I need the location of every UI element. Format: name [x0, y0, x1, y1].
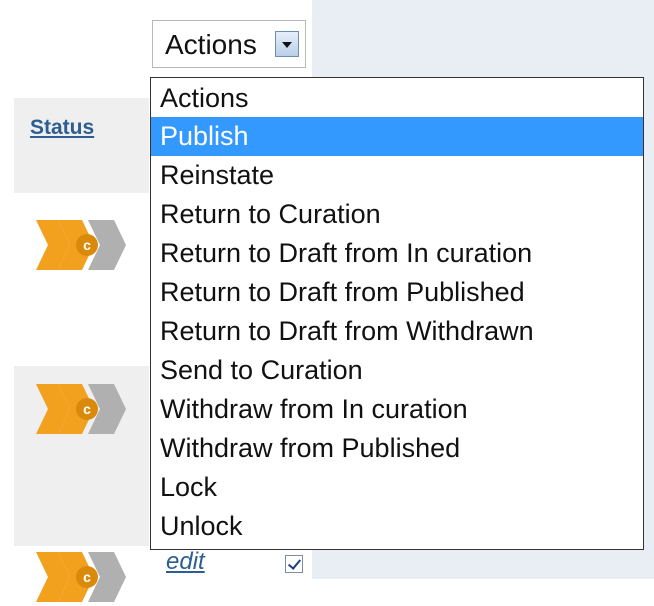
status-code-label: c — [83, 401, 91, 417]
status-chevron-icon: c — [36, 384, 126, 434]
actions-dropdown-list: Actions Publish Reinstate Return to Cura… — [150, 77, 644, 550]
dropdown-option-withdraw-from-published[interactable]: Withdraw from Published — [151, 429, 643, 468]
row-checkbox[interactable] — [285, 555, 303, 573]
dropdown-option-return-to-draft-from-in-curation[interactable]: Return to Draft from In curation — [151, 234, 643, 273]
dropdown-option-return-to-draft-from-withdrawn[interactable]: Return to Draft from Withdrawn — [151, 312, 643, 351]
actions-select-value: Actions — [165, 29, 257, 60]
dropdown-option-publish[interactable]: Publish — [151, 117, 643, 156]
dropdown-option-return-to-draft-from-published[interactable]: Return to Draft from Published — [151, 273, 643, 312]
status-chevron-icon: c — [36, 220, 126, 270]
dropdown-option-withdraw-from-in-curation[interactable]: Withdraw from In curation — [151, 390, 643, 429]
status-chevron-icon: c — [36, 552, 126, 602]
chevron-down-icon[interactable] — [275, 31, 299, 57]
status-column-header[interactable]: Status — [30, 116, 94, 140]
dropdown-option-send-to-curation[interactable]: Send to Curation — [151, 351, 643, 390]
dropdown-option-lock[interactable]: Lock — [151, 468, 643, 507]
status-code-label: c — [83, 569, 91, 585]
dropdown-option-actions[interactable]: Actions — [151, 79, 643, 118]
dropdown-option-reinstate[interactable]: Reinstate — [151, 156, 643, 195]
table-header-cell — [14, 98, 149, 193]
dropdown-option-return-to-curation[interactable]: Return to Curation — [151, 195, 643, 234]
actions-select[interactable]: Actions — [152, 20, 306, 68]
dropdown-option-unlock[interactable]: Unlock — [151, 507, 643, 546]
status-code-label: c — [83, 237, 91, 253]
edit-link[interactable]: edit — [166, 548, 205, 576]
